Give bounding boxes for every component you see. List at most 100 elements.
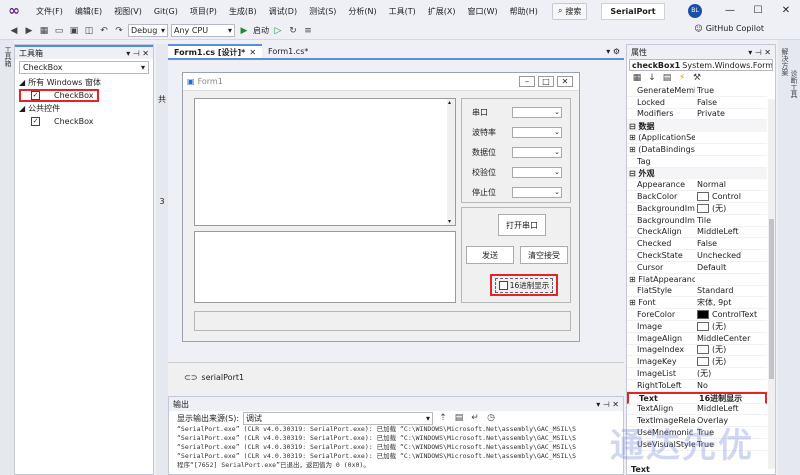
prop-row[interactable]: Appearance Normal: [627, 179, 767, 192]
clear-receive-button[interactable]: 清空接受: [520, 246, 568, 264]
prop-row-tag[interactable]: Tag: [627, 156, 767, 168]
platform-select[interactable]: Any CPU ▾: [171, 24, 235, 37]
prop-row-modifiers[interactable]: Modifiers Private: [627, 109, 767, 121]
save-icon[interactable]: ▣: [68, 25, 80, 37]
menu-window[interactable]: 窗口(W): [462, 6, 504, 17]
panel-options-icon[interactable]: ▾ ⊣ ✕: [748, 48, 771, 57]
port-combo[interactable]: ⌄: [512, 107, 562, 118]
menu-test[interactable]: 测试(S): [303, 6, 342, 17]
property-pages-icon[interactable]: ⚒: [691, 72, 703, 84]
back-icon[interactable]: ◀: [8, 25, 20, 37]
toolbox-item-checkbox-all[interactable]: ✓ CheckBox: [19, 89, 99, 102]
prop-row[interactable]: ForeColor ControlText: [627, 309, 767, 321]
receive-textbox[interactable]: ▴ ▾: [194, 98, 456, 226]
prop-row[interactable]: RightToLeft No: [627, 380, 767, 392]
toolbox-tab[interactable]: 工具箱: [3, 46, 13, 67]
prop-row[interactable]: BackgroundImag (无): [627, 203, 767, 215]
prop-row-data-bindings[interactable]: ⊞ (DataBindings): [627, 144, 767, 156]
send-textbox[interactable]: [194, 231, 456, 303]
start-button[interactable]: 启动: [253, 25, 269, 36]
menu-project[interactable]: 项目(P): [184, 6, 223, 17]
panel-options-icon[interactable]: ▾ ⊣ ✕: [596, 400, 619, 409]
prop-row[interactable]: ImageAlign MiddleCenter: [627, 333, 767, 345]
avatar[interactable]: BL: [688, 4, 702, 18]
prop-row[interactable]: ImageKey (无): [627, 356, 767, 369]
toolbox-item-checkbox-common[interactable]: ✓ CheckBox: [15, 115, 153, 128]
send-button[interactable]: 发送: [466, 246, 514, 264]
search-box[interactable]: ⌕ 搜索: [551, 2, 588, 20]
minimize-button[interactable]: —: [716, 0, 744, 22]
form-window[interactable]: ▣ Form1 – □ ✕ ▴ ▾ 串口 ⌄ 波特率 ⌄ 数据位 ⌄ 校验位 ⌄…: [182, 72, 580, 342]
alphabetical-icon[interactable]: ↓: [646, 72, 658, 84]
prop-row[interactable]: ⊞ Font 宋体, 9pt: [627, 297, 767, 310]
menu-view[interactable]: 视图(V): [108, 6, 148, 17]
toolbox-group-all[interactable]: ◢ 所有 Windows 窗体: [15, 76, 153, 89]
start-icon[interactable]: ▶: [238, 25, 250, 37]
find-icon[interactable]: ⇡: [437, 412, 449, 424]
prop-row[interactable]: BackgroundImagTile: [627, 215, 767, 227]
menu-help[interactable]: 帮助(H): [504, 6, 544, 17]
prop-row[interactable]: TextAlign MiddleLeft: [627, 404, 767, 416]
word-wrap-icon[interactable]: ↵: [469, 412, 481, 424]
hot-reload-icon[interactable]: ↻: [287, 25, 299, 37]
open-port-button[interactable]: 打开串口: [498, 214, 546, 236]
menu-tools[interactable]: 工具(T): [383, 6, 422, 17]
save-all-icon[interactable]: ◫: [83, 25, 95, 37]
prop-row-generate-member[interactable]: GenerateMembeTrue: [627, 85, 767, 97]
categorized-icon[interactable]: ▦: [631, 72, 643, 84]
output-source-select[interactable]: 调试 ▾: [243, 411, 434, 425]
scrollbar-thumb[interactable]: [769, 219, 774, 379]
prop-row[interactable]: BackColor Control: [627, 191, 767, 203]
menu-build[interactable]: 生成(B): [223, 6, 263, 17]
undo-icon[interactable]: ↶: [98, 25, 110, 37]
redo-icon[interactable]: ↷: [113, 25, 125, 37]
start-without-debug-icon[interactable]: ▷: [272, 25, 284, 37]
events-icon[interactable]: ⚡: [676, 72, 688, 84]
menu-extensions[interactable]: 扩展(X): [422, 6, 462, 17]
toolbox-group-common[interactable]: ◢ 公共控件: [15, 102, 153, 115]
format-icon[interactable]: ≡: [302, 25, 314, 37]
prop-row[interactable]: Image (无): [627, 321, 767, 333]
category-appearance[interactable]: ⊟ 外观: [627, 167, 767, 180]
menu-edit[interactable]: 编辑(E): [69, 6, 108, 17]
open-icon[interactable]: ▭: [53, 25, 65, 37]
object-selector[interactable]: checkBox1 System.Windows.Forms.: [629, 59, 773, 71]
prop-row[interactable]: CheckAlign MiddleLeft: [627, 227, 767, 239]
maximize-button[interactable]: ☐: [744, 0, 772, 22]
github-copilot-button[interactable]: ☺ GitHub Copilot: [694, 24, 764, 33]
forward-icon[interactable]: ▶: [23, 25, 35, 37]
menu-git[interactable]: Git(G): [148, 7, 184, 16]
menu-analyze[interactable]: 分析(N): [342, 6, 382, 17]
clear-all-icon[interactable]: ▤: [453, 412, 465, 424]
toolbox-search-input[interactable]: CheckBox ▾: [19, 61, 149, 74]
prop-row[interactable]: Cursor Default: [627, 262, 767, 274]
new-project-icon[interactable]: ▦: [38, 25, 50, 37]
prop-row-locked[interactable]: Locked False: [627, 97, 767, 109]
configuration-select[interactable]: Debug ▾: [128, 24, 168, 37]
prop-row[interactable]: CheckState Unchecked: [627, 250, 767, 262]
hex-display-checkbox[interactable]: 16进制显示: [494, 277, 554, 293]
prop-row-app-settings[interactable]: ⊞ (ApplicationSetti: [627, 132, 767, 144]
tab-overflow-icon[interactable]: ▾ ⚙: [606, 47, 624, 58]
timestamp-icon[interactable]: ◷: [485, 412, 497, 424]
prop-row[interactable]: ⊞ FlatAppearance: [627, 274, 767, 286]
receive-scrollbar[interactable]: ▴ ▾: [447, 99, 455, 225]
prop-row[interactable]: ImageList (无): [627, 368, 767, 380]
menu-file[interactable]: 文件(F): [30, 6, 69, 17]
panel-options-icon[interactable]: ▾ ⊣ ✕: [126, 49, 149, 58]
prop-row[interactable]: Text 16进制显示: [627, 391, 767, 404]
properties-icon[interactable]: ▤: [661, 72, 673, 84]
properties-scrollbar[interactable]: [768, 99, 775, 469]
data-bits-combo[interactable]: ⌄: [512, 147, 562, 158]
prop-row[interactable]: FlatStyle Standard: [627, 286, 767, 298]
parity-combo[interactable]: ⌄: [512, 167, 562, 178]
baud-rate-combo[interactable]: ⌄: [512, 127, 562, 138]
tab-form1-code[interactable]: Form1.cs*: [262, 44, 314, 58]
chevron-down-icon[interactable]: ▾: [141, 63, 145, 72]
prop-row[interactable]: ImageIndex (无): [627, 345, 767, 357]
close-window-button[interactable]: ✕: [772, 0, 800, 22]
tab-form1-design[interactable]: Form1.cs [设计]* ✕: [168, 44, 263, 58]
category-data[interactable]: ⊟ 数据: [627, 120, 767, 133]
menu-debug[interactable]: 调试(D): [263, 6, 303, 17]
stop-bits-combo[interactable]: ⌄: [512, 187, 562, 198]
